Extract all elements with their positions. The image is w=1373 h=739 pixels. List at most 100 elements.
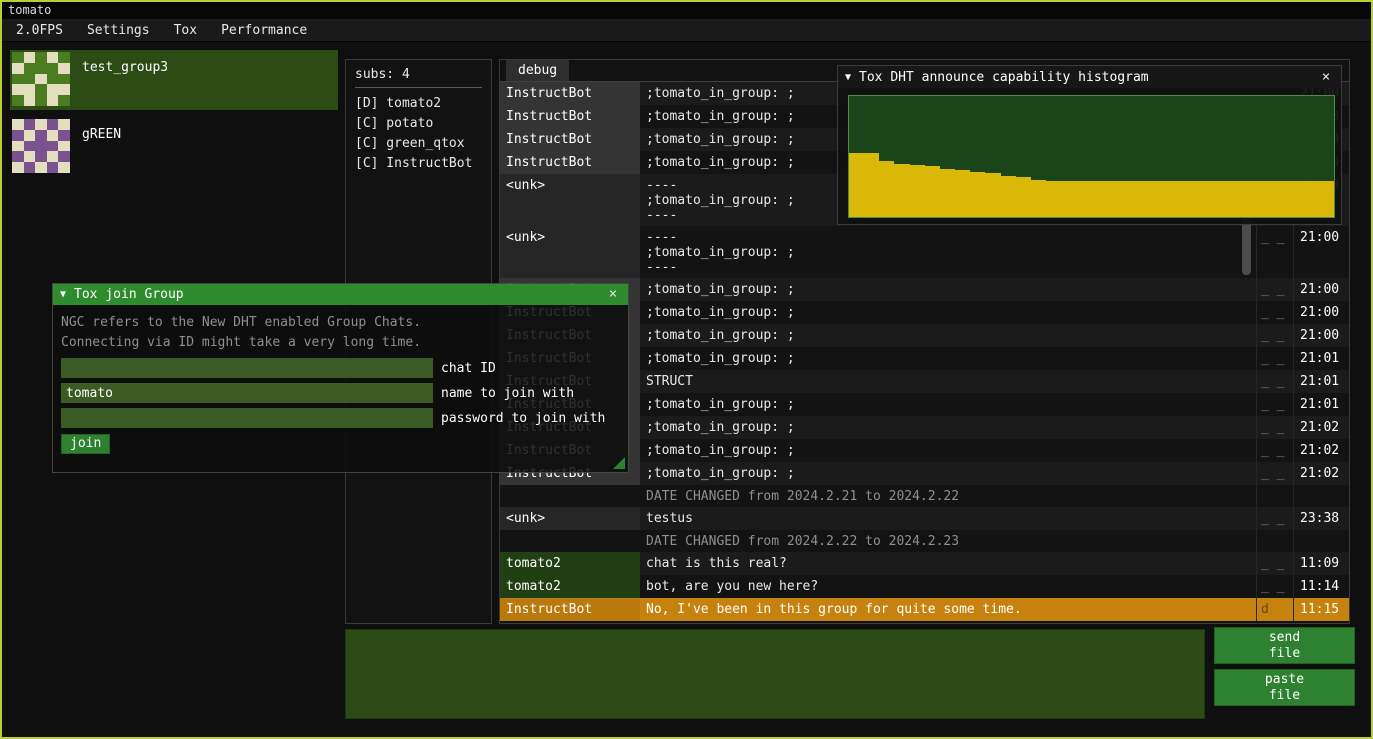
date-separator-row[interactable]: DATE CHANGED from 2024.2.21 to 2024.2.22: [500, 485, 1349, 507]
avatar-pixel: [35, 74, 47, 85]
message-flags: _ _: [1256, 370, 1293, 393]
menu-item-settings[interactable]: Settings: [75, 19, 162, 42]
chat-row[interactable]: tomato2bot, are you new here?_ _11:14: [500, 575, 1349, 598]
message-text: ;tomato_in_group: ;: [640, 439, 1256, 462]
menu-item-performance[interactable]: Performance: [209, 19, 319, 42]
message-text: ---- ;tomato_in_group: ; ----: [640, 226, 1256, 278]
message-input[interactable]: [345, 629, 1205, 719]
histogram-bar: [1137, 181, 1152, 217]
histogram-bar: [894, 164, 909, 217]
message-text: DATE CHANGED from 2024.2.21 to 2024.2.22: [640, 485, 1256, 507]
message-text: ;tomato_in_group: ;: [640, 393, 1256, 416]
avatar-pixel: [12, 141, 24, 152]
message-flags: d: [1256, 598, 1293, 621]
histogram-bar: [879, 161, 894, 217]
subs-header: subs: 4: [355, 67, 482, 82]
avatar-pixel: [24, 74, 36, 85]
histogram-bar: [1273, 181, 1288, 217]
avatar-pixel: [47, 119, 59, 130]
avatar-pixel: [24, 63, 36, 74]
join-name-input[interactable]: [61, 383, 433, 403]
paste-file-button[interactable]: paste file: [1214, 669, 1355, 706]
avatar-pixel: [47, 63, 59, 74]
group-name: gREEN: [82, 119, 121, 142]
close-icon[interactable]: ×: [605, 287, 621, 302]
avatar-pixel: [47, 84, 59, 95]
message-time: 21:00: [1293, 278, 1349, 301]
chat-row[interactable]: <unk>---- ;tomato_in_group: ; ----_ _21:…: [500, 226, 1349, 278]
app-window: tomato 2.0FPSSettingsToxPerformance test…: [0, 0, 1373, 739]
sender-name: tomato2: [500, 575, 640, 598]
histogram-window-titlebar[interactable]: ▼ Tox DHT announce capability histogram …: [838, 66, 1341, 88]
sender-name: tomato2: [500, 552, 640, 575]
avatar-pixel: [58, 141, 70, 152]
avatar-pixel: [35, 63, 47, 74]
member-item[interactable]: [C] InstructBot: [355, 154, 482, 174]
message-time: 21:01: [1293, 347, 1349, 370]
message-text: STRUCT: [640, 370, 1256, 393]
message-text: chat is this real?: [640, 552, 1256, 575]
date-separator-row[interactable]: DATE CHANGED from 2024.2.22 to 2024.2.23: [500, 530, 1349, 552]
message-time: 11:15: [1293, 598, 1349, 621]
avatar-pixel: [58, 84, 70, 95]
avatar-pixel: [47, 95, 59, 106]
histogram-plot[interactable]: [848, 95, 1335, 218]
avatar-pixel: [58, 130, 70, 141]
message-text: No, I've been in this group for quite so…: [640, 598, 1256, 621]
histogram-bar: [940, 169, 955, 217]
message-flags: [1256, 485, 1293, 507]
join-button[interactable]: join: [61, 434, 110, 454]
menu-item-2-0fps[interactable]: 2.0FPS: [4, 19, 75, 42]
histogram-bar: [864, 153, 879, 217]
chat-row[interactable]: tomato2chat is this real?_ _11:09: [500, 552, 1349, 575]
message-text: ;tomato_in_group: ;: [640, 301, 1256, 324]
histogram-bar: [970, 172, 985, 217]
join-password-input[interactable]: [61, 408, 433, 428]
send-file-button[interactable]: send file: [1214, 627, 1355, 664]
message-flags: _ _: [1256, 347, 1293, 370]
message-flags: _ _: [1256, 462, 1293, 485]
sender-name: <unk>: [500, 226, 640, 278]
message-flags: _ _: [1256, 393, 1293, 416]
avatar-pixel: [24, 52, 36, 63]
avatar-pixel: [58, 52, 70, 63]
histogram-bar: [1152, 181, 1167, 217]
group-item[interactable]: gREEN: [10, 117, 338, 177]
tab-debug[interactable]: debug: [506, 60, 569, 81]
avatar-pixel: [35, 52, 47, 63]
join-window-titlebar[interactable]: ▼ Tox join Group ×: [53, 284, 628, 305]
avatar-pixel: [24, 130, 36, 141]
menu-item-tox[interactable]: Tox: [162, 19, 209, 42]
resize-grip[interactable]: [613, 457, 625, 469]
message-flags: _ _: [1256, 278, 1293, 301]
histogram-bar: [955, 170, 970, 217]
member-item[interactable]: [C] green_qtox: [355, 134, 482, 154]
collapse-arrow-icon[interactable]: ▼: [845, 70, 851, 85]
avatar-pixel: [24, 162, 36, 173]
message-text: ;tomato_in_group: ;: [640, 347, 1256, 370]
avatar-pixel: [12, 162, 24, 173]
message-text: ;tomato_in_group: ;: [640, 324, 1256, 347]
histogram-bar: [910, 165, 925, 217]
avatar-pixel: [24, 141, 36, 152]
group-list: test_group3 gREEN: [10, 50, 338, 184]
histogram-window-title: Tox DHT announce capability histogram: [859, 70, 1149, 85]
dht-histogram-window: ▼ Tox DHT announce capability histogram …: [837, 65, 1342, 225]
message-time: 21:02: [1293, 462, 1349, 485]
avatar-pixel: [12, 74, 24, 85]
histogram-bar: [925, 166, 940, 217]
member-item[interactable]: [C] potato: [355, 114, 482, 134]
close-icon[interactable]: ×: [1318, 70, 1334, 85]
message-text: bot, are you new here?: [640, 575, 1256, 598]
group-item[interactable]: test_group3: [10, 50, 338, 110]
chat-id-input[interactable]: [61, 358, 433, 378]
sender-name: InstructBot: [500, 128, 640, 151]
collapse-arrow-icon[interactable]: ▼: [60, 287, 66, 302]
message-time: 21:00: [1293, 226, 1349, 278]
histogram-bar: [1167, 181, 1182, 217]
sender-name: <unk>: [500, 507, 640, 530]
chat-row[interactable]: InstructBotNo, I've been in this group f…: [500, 598, 1349, 621]
chat-row[interactable]: <unk>testus_ _23:38: [500, 507, 1349, 530]
member-item[interactable]: [D] tomato2: [355, 94, 482, 114]
histogram-bar: [1213, 181, 1228, 217]
